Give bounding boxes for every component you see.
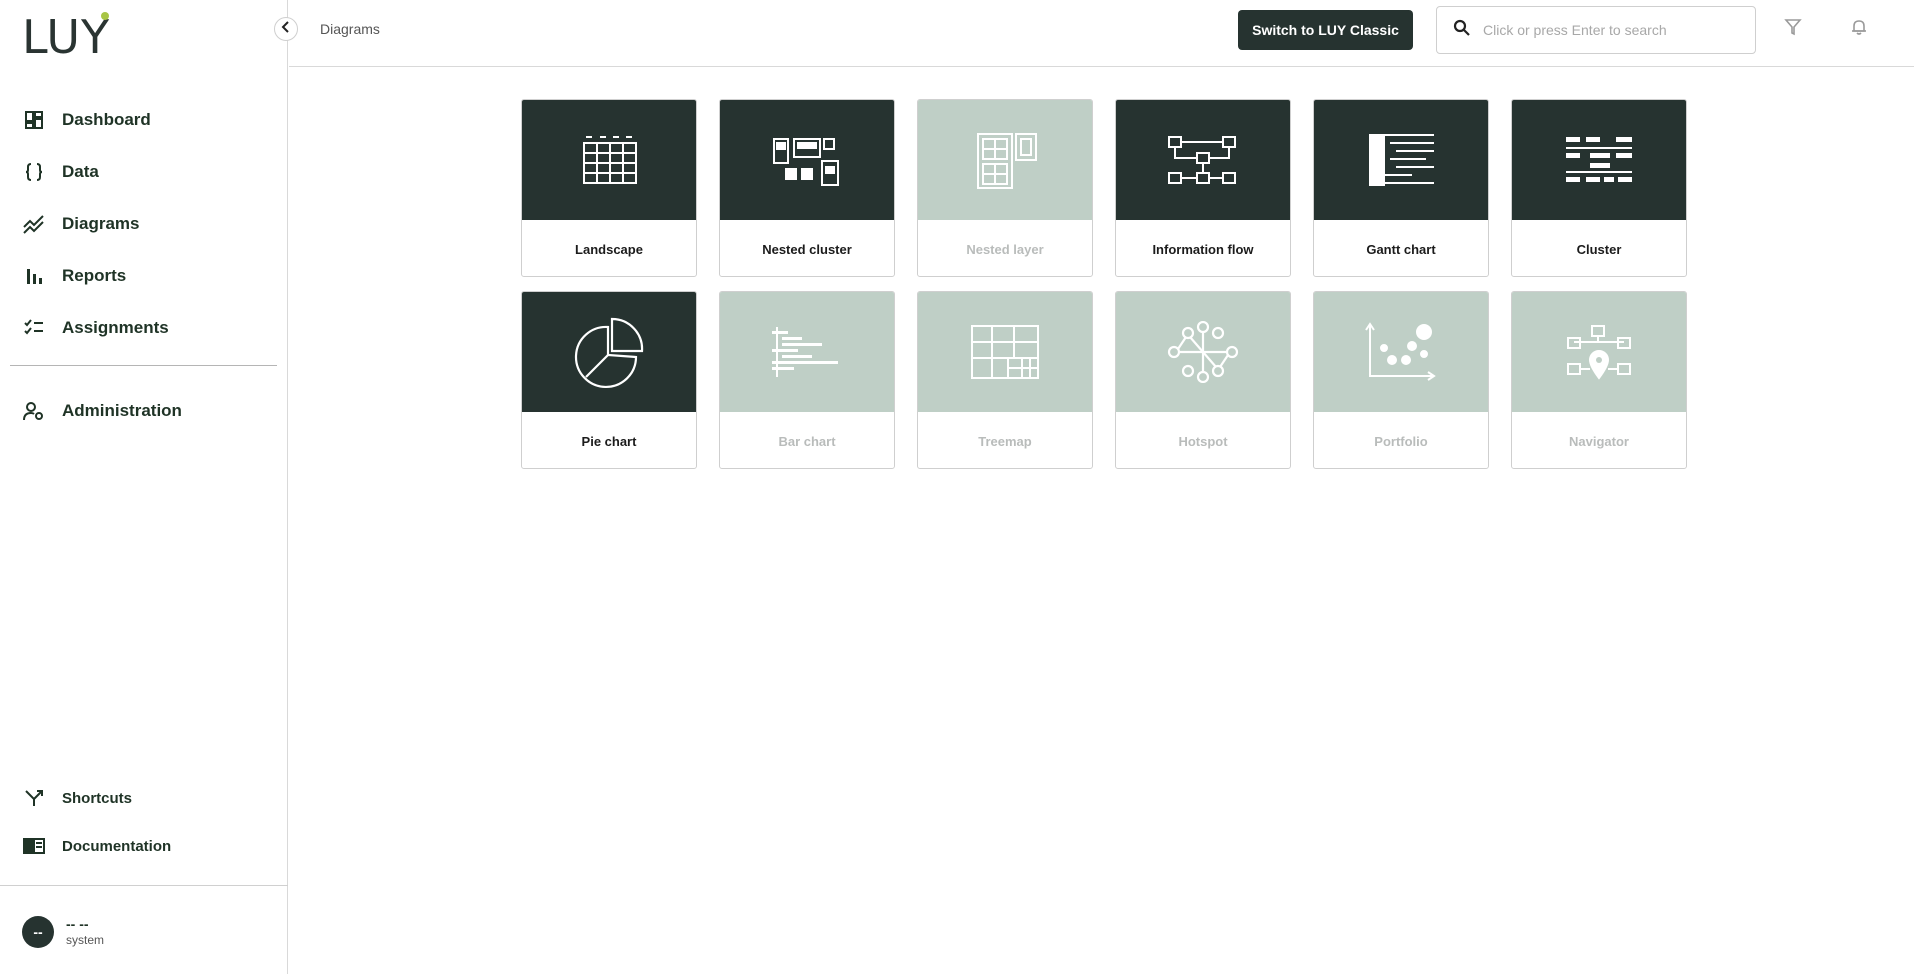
diagram-card-treemap[interactable]: Treemap: [917, 291, 1093, 469]
card-label: Landscape: [575, 241, 643, 257]
user-divider: [0, 885, 288, 886]
diagram-card-landscape[interactable]: Landscape: [521, 99, 697, 277]
card-label: Navigator: [1569, 433, 1629, 449]
card-label: Pie chart: [581, 433, 637, 449]
information-flow-icon: [1116, 100, 1290, 220]
nested-cluster-icon: [720, 100, 894, 220]
gantt-chart-icon: [1314, 100, 1488, 220]
logo: LUY: [22, 10, 111, 64]
card-label: Hotspot: [1178, 433, 1228, 449]
diagram-card-portfolio[interactable]: Portfolio: [1313, 291, 1489, 469]
card-label: Cluster: [1576, 241, 1622, 257]
search-input[interactable]: [1483, 22, 1733, 38]
sidebar-divider: [10, 365, 277, 366]
card-label: Nested layer: [966, 241, 1044, 257]
diagram-card-hotspot[interactable]: Hotspot: [1115, 291, 1291, 469]
sidebar-item-label: Assignments: [62, 318, 169, 337]
nested-layer-icon: [918, 100, 1092, 220]
sidebar-item-label: Dashboard: [62, 110, 151, 129]
diagram-card-navigator[interactable]: Navigator: [1511, 291, 1687, 469]
diagram-card-pie-chart[interactable]: Pie chart: [521, 291, 697, 469]
notifications-button[interactable]: [1847, 17, 1871, 41]
diagram-card-cluster[interactable]: Cluster: [1511, 99, 1687, 277]
bar-chart-icon: [720, 292, 894, 412]
sidebar-item-assignments[interactable]: Assignments: [0, 302, 288, 354]
braces-icon: [22, 160, 46, 184]
sidebar-item-dashboard[interactable]: Dashboard: [0, 94, 288, 146]
bottom-nav: Shortcuts Documentation: [0, 774, 288, 870]
shortcut-arrows-icon: [22, 786, 46, 810]
hotspot-icon: [1116, 292, 1290, 412]
diagram-card-gantt-chart[interactable]: Gantt chart: [1313, 99, 1489, 277]
user-gear-icon: [22, 399, 46, 423]
sidebar-item-documentation[interactable]: Documentation: [0, 822, 288, 870]
filter-button[interactable]: [1781, 17, 1805, 41]
breadcrumb: Diagrams: [320, 21, 380, 37]
card-label: Gantt chart: [1366, 241, 1436, 257]
sidebar-item-label: Reports: [62, 266, 127, 285]
sidebar-item-label: Documentation: [62, 837, 172, 855]
dashboard-icon: [22, 108, 46, 132]
pie-chart-icon: [522, 292, 696, 412]
bell-icon: [1850, 18, 1868, 41]
checklist-icon: [22, 316, 46, 340]
user-name: -- --: [66, 916, 89, 932]
logo-accent-dot: [101, 12, 109, 20]
portfolio-icon: [1314, 292, 1488, 412]
main-nav: Dashboard Data Diagrams Reports Assignme…: [0, 94, 288, 354]
card-label: Portfolio: [1374, 433, 1428, 449]
user-profile[interactable]: -- -- -- system: [22, 916, 104, 948]
card-label: Treemap: [978, 433, 1032, 449]
diagram-card-nested-cluster[interactable]: Nested cluster: [719, 99, 895, 277]
collapse-sidebar-button[interactable]: [274, 17, 298, 41]
filter-icon: [1784, 18, 1802, 41]
bar-chart-icon: [22, 264, 46, 288]
sidebar-item-data[interactable]: Data: [0, 146, 288, 198]
diagram-card-information-flow[interactable]: Information flow: [1115, 99, 1291, 277]
treemap-icon: [918, 292, 1092, 412]
user-role: system: [66, 933, 105, 947]
card-label: Bar chart: [778, 433, 836, 449]
diagram-card-nested-layer[interactable]: Nested layer: [917, 99, 1093, 277]
sidebar-item-diagrams[interactable]: Diagrams: [0, 198, 288, 250]
sidebar-item-administration[interactable]: Administration: [0, 385, 288, 437]
trend-chart-icon: [22, 212, 46, 236]
avatar: --: [22, 916, 54, 948]
chevron-left-icon: [281, 20, 291, 38]
landscape-icon: [522, 100, 696, 220]
diagram-card-bar-chart[interactable]: Bar chart: [719, 291, 895, 469]
book-icon: [22, 834, 46, 858]
sidebar-item-label: Shortcuts: [62, 789, 133, 807]
search-box[interactable]: [1436, 6, 1756, 54]
sidebar-item-label: Diagrams: [62, 214, 140, 233]
navigator-icon: [1512, 292, 1686, 412]
cluster-icon: [1512, 100, 1686, 220]
admin-nav: Administration: [0, 385, 288, 437]
switch-classic-button[interactable]: Switch to LUY Classic: [1238, 10, 1413, 50]
sidebar-item-reports[interactable]: Reports: [0, 250, 288, 302]
top-header: Diagrams Switch to LUY Classic: [289, 0, 1914, 67]
card-label: Information flow: [1152, 241, 1254, 257]
search-icon: [1453, 19, 1471, 42]
card-label: Nested cluster: [762, 241, 852, 257]
app-root: LUY Dashboard Data Diagrams Reports Assi…: [0, 0, 1914, 974]
sidebar: LUY Dashboard Data Diagrams Reports Assi…: [0, 0, 288, 974]
sidebar-item-label: Data: [62, 162, 99, 181]
sidebar-item-shortcuts[interactable]: Shortcuts: [0, 774, 288, 822]
sidebar-item-label: Administration: [62, 401, 182, 420]
